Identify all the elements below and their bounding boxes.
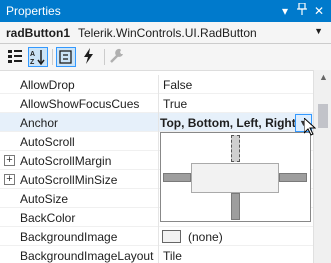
column-divider[interactable] bbox=[158, 227, 159, 246]
property-value[interactable]: Tile bbox=[163, 249, 182, 263]
property-name: AllowShowFocusCues bbox=[20, 97, 140, 111]
property-name: AutoScrollMinSize bbox=[20, 173, 118, 187]
object-selector[interactable]: radButton1 Telerik.WinControls.UI.RadBut… bbox=[0, 22, 331, 44]
column-divider[interactable] bbox=[158, 189, 159, 208]
anchor-value-field[interactable]: Top, Bottom, Left, Right bbox=[160, 114, 296, 132]
property-row[interactable]: BackgroundImage (none) bbox=[0, 227, 313, 246]
dropdown-menu-icon[interactable]: ▾ bbox=[277, 3, 293, 19]
column-divider[interactable] bbox=[158, 94, 159, 113]
property-value[interactable]: False bbox=[163, 78, 192, 92]
property-name: AutoSize bbox=[20, 192, 69, 206]
svg-text:Z: Z bbox=[30, 59, 35, 66]
anchor-left-toggle[interactable] bbox=[163, 173, 191, 182]
alphabetical-button[interactable]: A Z bbox=[28, 47, 48, 67]
anchor-top-toggle[interactable] bbox=[231, 135, 240, 162]
property-name: BackColor bbox=[20, 211, 76, 225]
property-row[interactable]: AllowDrop False bbox=[0, 75, 313, 94]
anchor-bottom-toggle[interactable] bbox=[231, 193, 240, 220]
events-icon bbox=[84, 48, 93, 64]
property-name: Anchor bbox=[20, 116, 59, 130]
close-icon[interactable]: ✕ bbox=[311, 3, 327, 19]
anchor-editor-popup bbox=[160, 132, 311, 222]
alphabetical-icon: A Z bbox=[30, 50, 45, 66]
column-divider[interactable] bbox=[158, 113, 159, 132]
property-name: AutoScroll bbox=[20, 135, 75, 149]
property-row[interactable]: AllowShowFocusCues True bbox=[0, 94, 313, 113]
column-divider[interactable] bbox=[158, 132, 159, 151]
window-title: Properties bbox=[6, 4, 61, 18]
property-name: BackgroundImage bbox=[20, 230, 118, 244]
column-divider[interactable] bbox=[158, 208, 159, 227]
property-row[interactable]: BackgroundImageLayout Tile bbox=[0, 246, 313, 263]
wrench-icon bbox=[110, 48, 123, 63]
chevron-down-icon[interactable]: ▼ bbox=[314, 26, 323, 36]
window-titlebar: Properties ▾ ✕ bbox=[0, 0, 331, 22]
properties-toolbar: A Z bbox=[0, 44, 331, 70]
svg-text:A: A bbox=[30, 51, 35, 58]
anchor-control-preview bbox=[191, 163, 279, 193]
property-name: BackgroundImageLayout bbox=[20, 249, 154, 263]
categorized-button[interactable] bbox=[6, 47, 26, 67]
vertical-scrollbar[interactable]: ▲ bbox=[313, 70, 331, 263]
pin-icon[interactable] bbox=[294, 2, 310, 19]
object-type: Telerik.WinControls.UI.RadButton bbox=[78, 26, 257, 40]
property-pages-button[interactable] bbox=[108, 47, 128, 67]
expand-icon[interactable]: + bbox=[4, 174, 15, 185]
image-swatch bbox=[162, 230, 181, 243]
property-name: AllowDrop bbox=[20, 78, 75, 92]
events-button[interactable] bbox=[80, 47, 100, 67]
column-divider[interactable] bbox=[158, 170, 159, 189]
toolbar-separator bbox=[104, 49, 105, 65]
column-divider[interactable] bbox=[158, 75, 159, 94]
toolbar-separator bbox=[52, 49, 53, 65]
expand-icon[interactable]: + bbox=[4, 155, 15, 166]
categorized-icon bbox=[8, 50, 22, 63]
mouse-cursor-icon bbox=[304, 118, 316, 136]
scroll-up-icon[interactable]: ▲ bbox=[319, 72, 328, 82]
object-name: radButton1 bbox=[6, 26, 70, 40]
property-value[interactable]: True bbox=[163, 97, 187, 111]
scroll-thumb[interactable] bbox=[318, 104, 328, 128]
column-divider[interactable] bbox=[158, 151, 159, 170]
column-divider[interactable] bbox=[158, 246, 159, 263]
anchor-right-toggle[interactable] bbox=[279, 173, 307, 182]
properties-button[interactable] bbox=[56, 47, 76, 67]
property-value[interactable]: (none) bbox=[188, 230, 223, 244]
properties-icon bbox=[59, 50, 72, 64]
anchor-value-text: Top, Bottom, Left, Right bbox=[160, 116, 296, 130]
property-name: AutoScrollMargin bbox=[20, 154, 112, 168]
